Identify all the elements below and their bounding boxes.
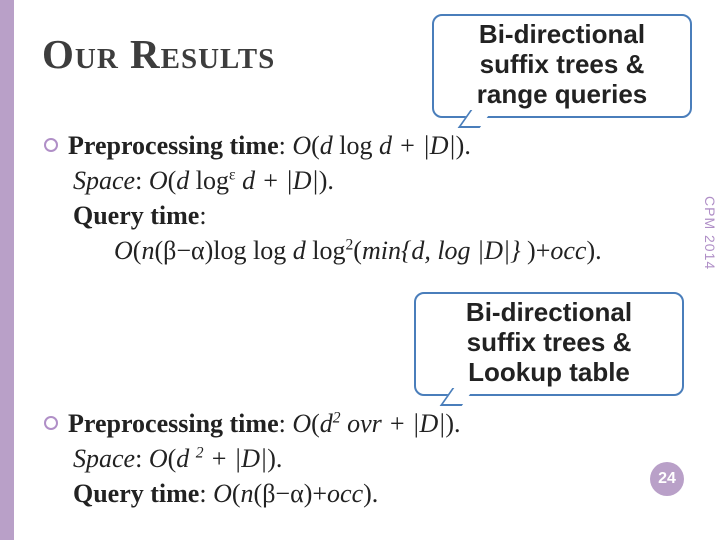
math: n	[241, 479, 254, 508]
text-line: Space: O(d 2 + |D|).	[73, 441, 692, 476]
superscript: 2	[333, 409, 341, 426]
math: )+	[521, 236, 551, 265]
label: Query time	[73, 479, 199, 508]
text-line: Preprocessing time: O(d2 ovr + |D|).	[68, 406, 461, 441]
math: d	[176, 166, 189, 195]
callout-tail	[458, 110, 493, 128]
math: d	[320, 131, 333, 160]
label: Preprocessing time	[68, 409, 279, 438]
text-line: Query time: O(n(β−α)+occ).	[73, 476, 692, 511]
page-number-badge: 24	[650, 462, 684, 496]
label: Space	[73, 166, 135, 195]
callout-line: suffix trees &	[434, 328, 664, 358]
bullet-icon	[44, 416, 58, 430]
math: (	[168, 444, 177, 473]
callout-line: range queries	[452, 80, 672, 110]
math: occ	[550, 236, 586, 265]
result-block-2: Preprocessing time: O(d2 ovr + |D|). Spa…	[44, 406, 692, 511]
callout-line: suffix trees &	[452, 50, 672, 80]
sep: :	[135, 166, 149, 195]
math: O	[149, 444, 168, 473]
math: (	[232, 479, 241, 508]
math: ).	[456, 131, 471, 160]
math: + |D|	[204, 444, 268, 473]
math: (	[353, 236, 362, 265]
superscript: 2	[196, 444, 204, 461]
math: d + |D|	[379, 131, 456, 160]
math: O	[114, 236, 133, 265]
bullet-line: Preprocessing time: O(d log d + |D|).	[44, 128, 692, 163]
label: Space	[73, 444, 135, 473]
sep: :	[135, 444, 149, 473]
math: O	[149, 166, 168, 195]
sep: :	[199, 201, 206, 230]
math: O	[292, 131, 311, 160]
math: d	[320, 409, 333, 438]
math: d	[293, 236, 306, 265]
sep: :	[279, 131, 293, 160]
math: ovr + |D|	[341, 409, 446, 438]
bullet-icon	[44, 138, 58, 152]
math: O	[213, 479, 232, 508]
math: (β−α)log log	[154, 236, 292, 265]
math: ).	[445, 409, 460, 438]
math: ).	[267, 444, 282, 473]
label: Query time	[73, 201, 199, 230]
sep: :	[199, 479, 213, 508]
math: log	[306, 236, 346, 265]
text-line: O(n(β−α)log log d log2(min{d, log |D|} )…	[114, 233, 692, 268]
callout-top: Bi-directional suffix trees & range quer…	[432, 14, 692, 118]
math: (	[168, 166, 177, 195]
math: ).	[586, 236, 601, 265]
callout-line: Lookup table	[434, 358, 664, 388]
math: log	[333, 131, 379, 160]
callout-line: Bi-directional	[434, 298, 664, 328]
text-line: Preprocessing time: O(d log d + |D|).	[68, 128, 471, 163]
math: occ	[327, 479, 363, 508]
math: n	[141, 236, 154, 265]
math: log	[189, 166, 229, 195]
math: ).	[363, 479, 378, 508]
math: (	[311, 131, 320, 160]
math: (	[311, 409, 320, 438]
label: Preprocessing time	[68, 131, 279, 160]
math: d	[176, 444, 196, 473]
slide-title: Our Results	[42, 30, 275, 78]
side-label: CPM 2014	[702, 196, 718, 270]
math: (β−α)+	[254, 479, 328, 508]
callout-tail	[440, 388, 475, 406]
callout-line: Bi-directional	[452, 20, 672, 50]
math: min{d, log |D|}	[362, 236, 521, 265]
math: ).	[319, 166, 334, 195]
bullet-line: Preprocessing time: O(d2 ovr + |D|).	[44, 406, 692, 441]
sep: :	[279, 409, 293, 438]
callout-bottom: Bi-directional suffix trees & Lookup tab…	[414, 292, 684, 396]
result-block-1: Preprocessing time: O(d log d + |D|). Sp…	[44, 128, 692, 268]
math: d + |D|	[236, 166, 319, 195]
text-line: Query time:	[73, 198, 692, 233]
text-line: Space: O(d logε d + |D|).	[73, 163, 692, 198]
slide: Our Results Bi-directional suffix trees …	[0, 0, 720, 540]
math: O	[292, 409, 311, 438]
